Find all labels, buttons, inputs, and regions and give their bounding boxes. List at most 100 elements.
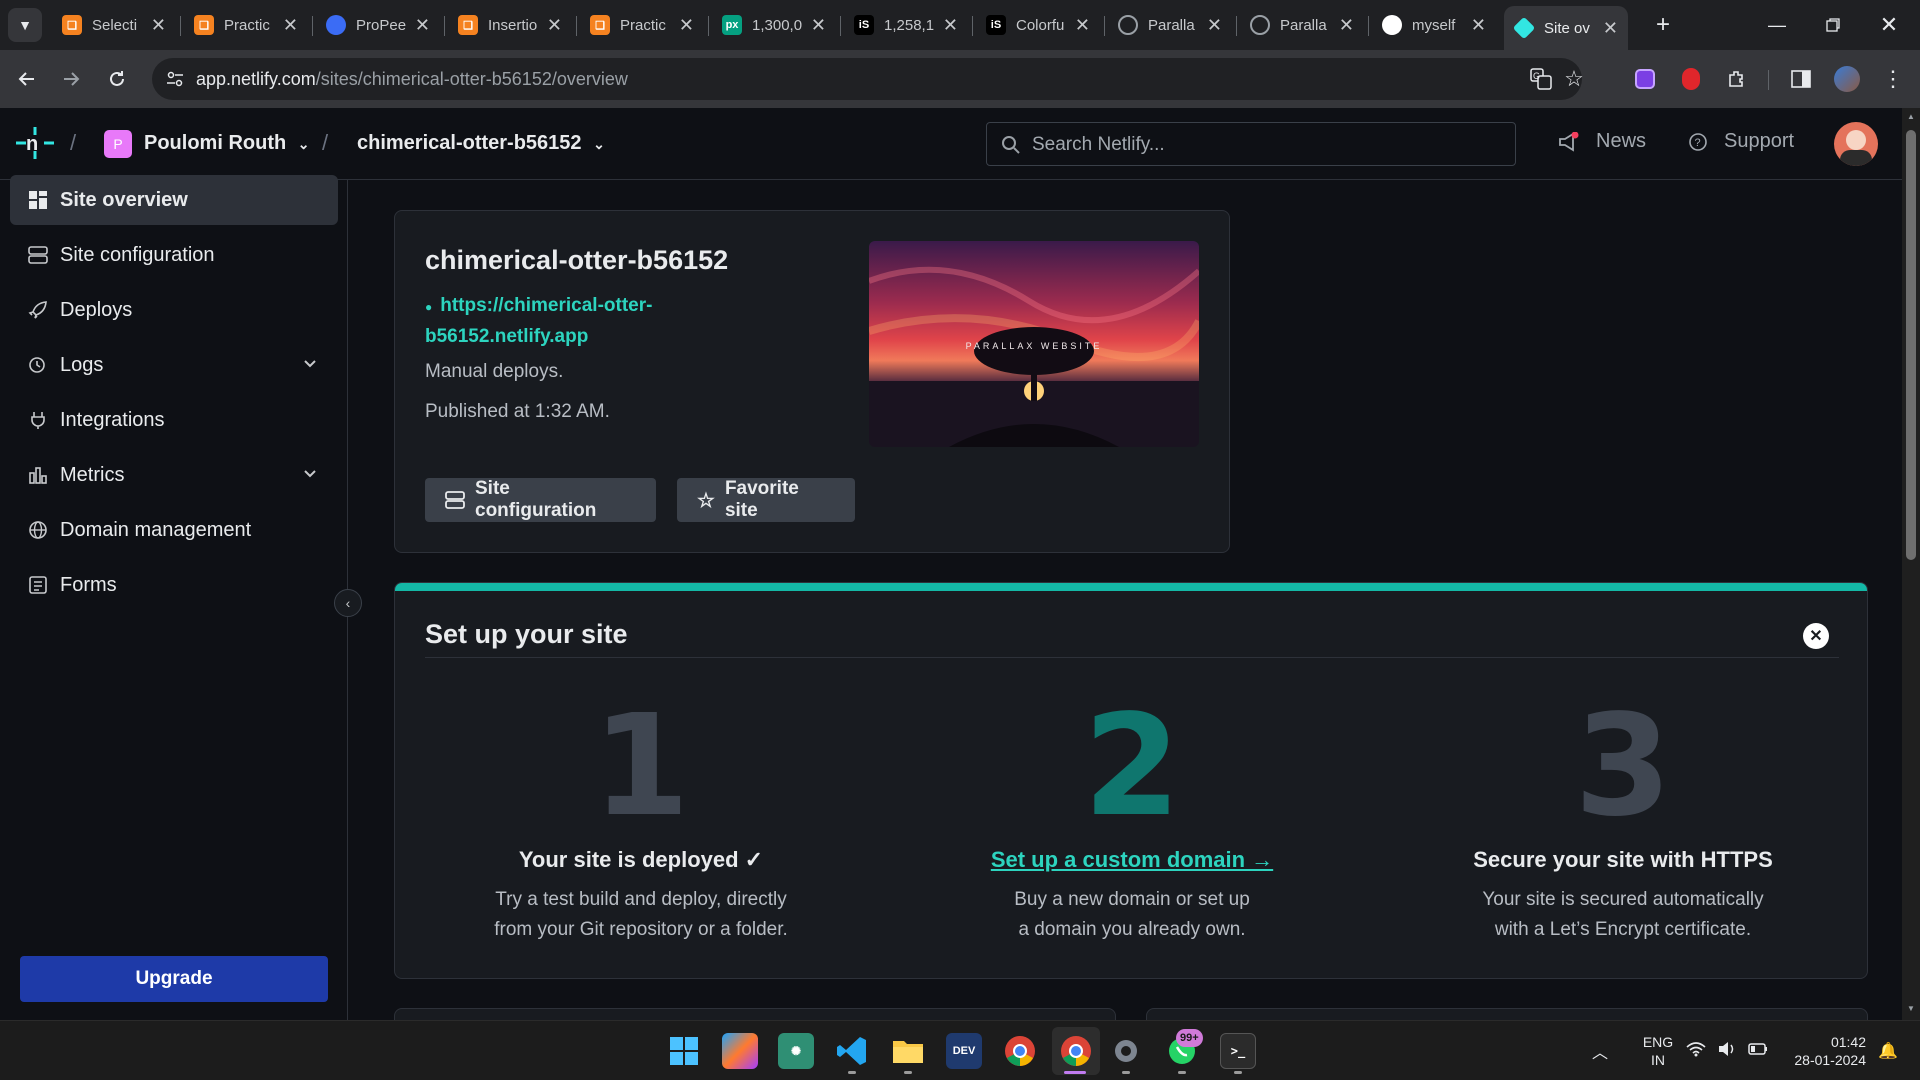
close-tab-icon[interactable]: ✕ (1471, 15, 1486, 36)
battery-icon (1748, 1043, 1767, 1055)
settings-gear-icon[interactable] (1108, 1033, 1144, 1069)
sidebar-item-domain-management[interactable]: Domain management (10, 505, 338, 555)
collapse-sidebar-button[interactable]: ‹ (334, 589, 362, 617)
translate-icon[interactable]: G (1524, 62, 1558, 96)
sidebar-item-site-configuration[interactable]: Site configuration (10, 230, 338, 280)
scroll-up-icon[interactable]: ▲ (1907, 112, 1915, 121)
bookmark-star-icon[interactable]: ☆ (1557, 62, 1591, 96)
upgrade-button[interactable]: Upgrade (20, 956, 328, 1002)
site-info-icon[interactable] (166, 70, 184, 88)
tab-title: 1,300,0 (752, 16, 803, 34)
close-tab-icon[interactable]: ✕ (547, 15, 562, 36)
megaphone-icon (1559, 131, 1579, 152)
close-tab-icon[interactable]: ✕ (1207, 15, 1222, 36)
browser-tab[interactable]: ProPee ✕ (316, 8, 440, 42)
news-button[interactable]: News (1558, 130, 1646, 153)
adblock-extension-icon[interactable] (1674, 62, 1708, 96)
sidebar-item-site-overview[interactable]: Site overview (10, 175, 338, 225)
close-tab-icon[interactable]: ✕ (1075, 15, 1090, 36)
chrome-active-icon[interactable] (1052, 1027, 1100, 1075)
team-switcher[interactable]: Poulomi Routh ⌄ (144, 132, 310, 155)
sidebar-item-metrics[interactable]: Metrics (10, 450, 338, 500)
site-switcher[interactable]: chimerical-otter-b56152 ⌄ (357, 132, 605, 155)
sidebar-item-label: Site overview (60, 188, 188, 211)
new-tab-button[interactable]: + (1646, 8, 1680, 42)
browser-tab[interactable]: iS Colorfu ✕ (976, 8, 1100, 42)
scroll-down-icon[interactable]: ▼ (1907, 1004, 1915, 1013)
extensions-puzzle-icon[interactable] (1720, 62, 1754, 96)
reload-button[interactable] (100, 62, 134, 96)
support-button[interactable]: ? Support (1688, 130, 1794, 153)
language-indicator[interactable]: ENG IN (1636, 1033, 1680, 1069)
sidebar-item-integrations[interactable]: Integrations (10, 395, 338, 445)
chrome-icon[interactable] (1002, 1033, 1038, 1069)
browser-tab[interactable]: Paralla ✕ (1240, 8, 1364, 42)
browser-tab[interactable]: px 1,300,0 ✕ (712, 8, 836, 42)
back-button[interactable] (10, 62, 44, 96)
browser-tab[interactable]: iS 1,258,1 ✕ (844, 8, 968, 42)
search-placeholder: Search Netlify... (1032, 134, 1165, 155)
clock[interactable]: 01:42 28-01-2024 (1782, 1033, 1866, 1069)
browser-tab[interactable]: Site ov ✕ (1504, 6, 1628, 50)
close-window-button[interactable]: ✕ (1872, 8, 1906, 42)
extension-icon[interactable] (1628, 62, 1662, 96)
close-tab-icon[interactable]: ✕ (151, 15, 166, 36)
browser-tab[interactable]: ❑ Selecti ✕ (52, 8, 176, 42)
close-tab-icon[interactable]: ✕ (943, 15, 958, 36)
tab-separator (1368, 16, 1369, 36)
sidebar: Site overview Site configuration Deploys Lo… (0, 175, 348, 1020)
step-description: Try a test build and deploy, directly fro… (494, 889, 788, 940)
browser-tab[interactable]: ❑ Practic ✕ (580, 8, 704, 42)
browser-tab[interactable]: ❑ Insertio ✕ (448, 8, 572, 42)
site-preview-image[interactable]: PARALLAX WEBSITE (869, 241, 1199, 447)
site-url-link[interactable]: ● https://chimerical-otter- b56152.netlif… (425, 291, 652, 352)
file-explorer-icon[interactable] (890, 1033, 926, 1069)
close-tab-icon[interactable]: ✕ (283, 15, 298, 36)
chevron-down-icon[interactable] (302, 354, 318, 377)
favorite-site-button[interactable]: ☆ Favorite site (677, 478, 855, 522)
close-tab-icon[interactable]: ✕ (1339, 15, 1354, 36)
chatgpt-icon[interactable]: ✺ (778, 1033, 814, 1069)
custom-domain-link[interactable]: Set up a custom domain → (902, 847, 1362, 873)
system-tray[interactable] (1686, 1041, 1768, 1057)
browser-tab[interactable]: Paralla ✕ (1108, 8, 1232, 42)
sidebar-item-label: Integrations (60, 408, 165, 431)
devtoys-icon[interactable]: DEV (946, 1033, 982, 1069)
close-tab-icon[interactable]: ✕ (811, 15, 826, 36)
tab-search-button[interactable]: ▼ (8, 8, 42, 42)
terminal-icon[interactable]: >_ (1220, 1033, 1256, 1069)
restore-window-button[interactable] (1816, 8, 1850, 42)
dismiss-setup-button[interactable]: ✕ (1803, 623, 1829, 649)
sidebar-item-deploys[interactable]: Deploys (10, 285, 338, 335)
minimize-window-button[interactable]: — (1760, 8, 1794, 42)
volume-icon (1719, 1042, 1734, 1056)
chat-bubble-icon (326, 15, 346, 35)
site-configuration-button[interactable]: Site configuration (425, 478, 656, 522)
copilot-icon[interactable] (722, 1033, 758, 1069)
address-bar[interactable]: app.netlify.com/sites/chimerical-otter-b… (152, 58, 1584, 100)
close-tab-icon[interactable]: ✕ (1603, 18, 1618, 39)
step-https: 3 Secure your site with HTTPS Your site … (1393, 697, 1853, 945)
close-tab-icon[interactable]: ✕ (415, 15, 430, 36)
chevron-down-icon[interactable] (302, 464, 318, 487)
side-panel-icon[interactable] (1784, 62, 1818, 96)
profile-avatar[interactable] (1830, 62, 1864, 96)
user-avatar[interactable] (1834, 122, 1878, 166)
logs-icon (26, 353, 50, 377)
scrollbar-thumb[interactable] (1906, 130, 1916, 560)
notification-bell-icon[interactable]: 🔔 (1878, 1041, 1898, 1061)
sidebar-item-forms[interactable]: Forms (10, 560, 338, 610)
page-scrollbar[interactable]: ▲ ▼ (1902, 108, 1920, 1020)
sidebar-item-logs[interactable]: Logs (10, 340, 338, 390)
browser-tab[interactable]: myself ✕ (1372, 8, 1496, 42)
vscode-icon[interactable] (834, 1033, 870, 1069)
close-tab-icon[interactable]: ✕ (679, 15, 694, 36)
forward-button[interactable] (54, 62, 88, 96)
browser-tab[interactable]: ❑ Practic ✕ (184, 8, 308, 42)
chevron-up-icon[interactable]: ︿ (1592, 1039, 1608, 1063)
search-input[interactable]: Search Netlify... (986, 122, 1516, 166)
netlify-logo-icon[interactable]: n (14, 125, 56, 161)
chevron-down-icon: ⌄ (593, 136, 605, 152)
browser-menu-icon[interactable]: ⋮ (1876, 62, 1910, 96)
windows-start-icon[interactable] (666, 1033, 702, 1069)
